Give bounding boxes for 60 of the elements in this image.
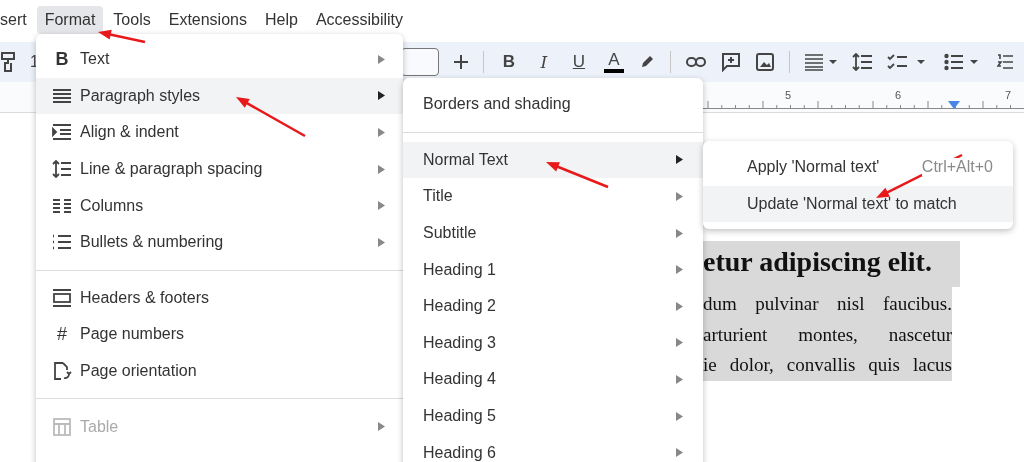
menu-bar-item[interactable]: Format bbox=[36, 6, 104, 34]
document-text-line: ie dolor, convallis quis lacus bbox=[703, 353, 952, 377]
format-button[interactable]: U bbox=[568, 52, 589, 72]
menu-item[interactable]: B Text bbox=[36, 41, 403, 78]
headers-icon bbox=[52, 288, 72, 307]
menu-item[interactable]: Paragraph styles bbox=[36, 77, 403, 115]
numbered-list-icon[interactable] bbox=[996, 53, 1013, 71]
spacing-icon bbox=[52, 160, 72, 179]
menu-item[interactable]: Columns bbox=[36, 187, 403, 224]
menu-bar-item[interactable]: Help bbox=[256, 6, 306, 34]
image-icon[interactable] bbox=[755, 53, 774, 71]
menu-bar-item[interactable]: Extensions bbox=[160, 6, 255, 34]
menu-item[interactable]: Heading 6 bbox=[403, 434, 703, 462]
menu-item[interactable]: Heading 1 bbox=[403, 251, 703, 288]
paint-format-icon[interactable] bbox=[1, 52, 15, 72]
ruler-number: 7 bbox=[1005, 89, 1012, 101]
menu-item[interactable]: Align & indent bbox=[36, 114, 403, 151]
menu-item[interactable]: Title bbox=[403, 178, 703, 215]
link-icon[interactable] bbox=[685, 57, 706, 67]
align-justify-icon[interactable] bbox=[804, 53, 837, 71]
menu-item[interactable]: Update 'Normal text' to match bbox=[703, 185, 1013, 223]
menu-item[interactable]: Heading 3 bbox=[403, 324, 703, 362]
table-icon bbox=[52, 417, 72, 436]
indent-icon bbox=[52, 123, 72, 142]
menu-bar-item[interactable]: Accessibility bbox=[307, 6, 411, 34]
menu-glyph-icon: # bbox=[52, 323, 72, 345]
menu-item[interactable]: Subtitle bbox=[403, 214, 703, 252]
menu-item[interactable]: Bullets & numbering bbox=[36, 223, 403, 261]
menu-item[interactable]: Page orientation bbox=[36, 352, 403, 390]
plus-icon[interactable] bbox=[453, 55, 468, 69]
document-text-line: arturient montes, nascetur bbox=[703, 322, 952, 347]
para-icon bbox=[52, 86, 72, 105]
bullets-icon bbox=[52, 233, 72, 252]
menu-item[interactable]: Heading 2 bbox=[403, 287, 703, 325]
format-button[interactable]: A bbox=[603, 51, 624, 73]
ruler-number: 6 bbox=[895, 89, 902, 101]
format-button[interactable]: I bbox=[533, 52, 554, 72]
document-heading: etur adipiscing elit. bbox=[703, 241, 960, 287]
format-button[interactable]: B bbox=[498, 52, 519, 72]
shortcut-label: Ctrl+Alt+0 bbox=[921, 158, 993, 177]
columns-icon bbox=[52, 196, 72, 215]
menu-item[interactable]: Line & paragraph spacing bbox=[36, 150, 403, 188]
menu-item[interactable]: Heading 5 bbox=[403, 397, 703, 435]
menu-item[interactable]: Normal Text bbox=[403, 141, 703, 179]
line-spacing-icon[interactable] bbox=[851, 53, 872, 71]
menu-item[interactable]: Apply 'Normal text' Ctrl+Alt+0 bbox=[703, 149, 1013, 186]
annotation-arrow bbox=[98, 29, 146, 44]
document-text-line: dum pulvinar nisl faucibus. bbox=[703, 292, 952, 316]
annotation-arrow bbox=[546, 162, 609, 189]
menu-item[interactable]: Heading 4 bbox=[403, 361, 703, 398]
ruler-number: 5 bbox=[785, 89, 792, 101]
menu-glyph-icon: B bbox=[52, 48, 72, 70]
add-comment-icon[interactable] bbox=[720, 52, 741, 72]
menu-item[interactable]: # Page numbers bbox=[36, 316, 403, 353]
menu-item[interactable]: Borders and shading bbox=[403, 86, 703, 123]
annotation-arrow bbox=[236, 97, 306, 138]
menu-item[interactable]: Headers & footers bbox=[36, 279, 403, 317]
menu-bar-item[interactable]: Tools bbox=[105, 6, 159, 34]
menu-bar-item[interactable]: sert bbox=[0, 6, 35, 34]
indent-marker-icon[interactable] bbox=[948, 101, 960, 109]
